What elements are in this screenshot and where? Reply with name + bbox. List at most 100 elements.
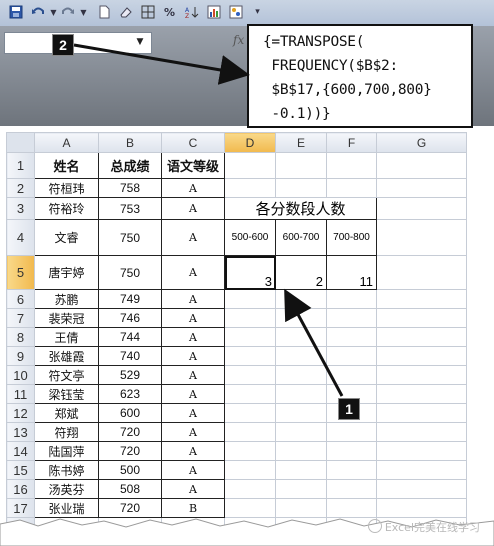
cell-name[interactable]: 符裕玲 (34, 197, 99, 220)
cell-name[interactable]: 文睿 (34, 219, 99, 256)
cell-grade[interactable]: A (161, 197, 225, 220)
cell[interactable] (376, 365, 467, 385)
cell-score[interactable]: 750 (98, 255, 162, 290)
cell-name[interactable]: 符文亭 (34, 365, 99, 385)
cell[interactable] (224, 498, 276, 518)
cell[interactable] (326, 346, 377, 366)
cell[interactable] (275, 460, 327, 480)
cell-grade[interactable]: A (161, 365, 225, 385)
cell-name[interactable]: 陈书婷 (34, 460, 99, 480)
row-header[interactable]: 13 (6, 422, 35, 442)
borders-icon[interactable] (140, 5, 155, 20)
row-header[interactable]: 7 (6, 308, 35, 328)
cell[interactable] (275, 441, 327, 461)
column-header-f[interactable]: F (326, 132, 377, 153)
cell[interactable] (275, 152, 327, 179)
cell-grade[interactable]: A (161, 255, 225, 290)
cell[interactable] (376, 460, 467, 480)
cell[interactable] (224, 441, 276, 461)
percent-icon[interactable]: % (162, 5, 177, 20)
chevron-down-icon[interactable]: ▼ (134, 36, 146, 48)
cell-grade[interactable]: B (161, 498, 225, 518)
cell[interactable] (326, 365, 377, 385)
cell[interactable] (376, 152, 467, 179)
cell-score[interactable]: 529 (98, 365, 162, 385)
cell[interactable] (326, 498, 377, 518)
cell[interactable] (376, 422, 467, 442)
save-icon[interactable] (8, 5, 23, 20)
cell-score[interactable]: 720 (98, 441, 162, 461)
row-header[interactable]: 5 (6, 255, 35, 290)
column-header-g[interactable]: G (376, 132, 467, 153)
cell[interactable] (224, 403, 276, 423)
row-header[interactable]: 9 (6, 346, 35, 366)
cell[interactable] (376, 327, 467, 347)
cell-name[interactable]: 符桓玮 (34, 178, 99, 198)
cell-name[interactable]: 唐宇婷 (34, 255, 99, 290)
cell-score[interactable]: 500 (98, 460, 162, 480)
header-cell-grade[interactable]: 语文等级 (161, 152, 225, 179)
function-icon[interactable]: fx (233, 33, 244, 47)
cell[interactable] (224, 327, 276, 347)
row-header[interactable]: 8 (6, 327, 35, 347)
row-header[interactable]: 6 (6, 289, 35, 309)
chevron-down-icon[interactable]: ▼ (76, 5, 91, 20)
chart-icon[interactable] (206, 5, 221, 20)
row-header[interactable]: 17 (6, 498, 35, 518)
cell-score[interactable]: 749 (98, 289, 162, 309)
bin-label[interactable]: 700-800 (326, 219, 377, 256)
cell-score[interactable]: 600 (98, 403, 162, 423)
cell-grade[interactable]: A (161, 422, 225, 442)
cell[interactable] (326, 422, 377, 442)
cell[interactable] (275, 403, 327, 423)
new-document-icon[interactable] (96, 5, 111, 20)
cell[interactable] (326, 441, 377, 461)
cell[interactable] (224, 346, 276, 366)
cell[interactable] (275, 178, 327, 198)
row-header[interactable]: 12 (6, 403, 35, 423)
cell[interactable] (275, 384, 327, 404)
cell-score[interactable]: 720 (98, 422, 162, 442)
cell[interactable] (275, 289, 327, 309)
cell-name[interactable]: 陆国萍 (34, 441, 99, 461)
eraser-icon[interactable] (118, 5, 133, 20)
cell-grade[interactable]: A (161, 403, 225, 423)
undo-icon[interactable] (30, 5, 45, 20)
cell[interactable] (376, 384, 467, 404)
cell[interactable] (224, 479, 276, 499)
chevron-down-icon[interactable]: ▼ (46, 5, 61, 20)
cell[interactable] (224, 152, 276, 179)
cell-grade[interactable]: A (161, 308, 225, 328)
cell[interactable] (376, 479, 467, 499)
header-cell-name[interactable]: 姓名 (34, 152, 99, 179)
sort-icon[interactable]: AZ (184, 5, 199, 20)
cell[interactable] (376, 403, 467, 423)
cell[interactable] (376, 308, 467, 328)
cell-name[interactable]: 张业瑞 (34, 498, 99, 518)
cell[interactable] (326, 479, 377, 499)
frequency-title[interactable]: 各分数段人数 (224, 197, 377, 220)
header-cell-total[interactable]: 总成绩 (98, 152, 162, 179)
cell-name[interactable]: 梁钰莹 (34, 384, 99, 404)
row-header[interactable]: 11 (6, 384, 35, 404)
cell[interactable] (326, 289, 377, 309)
cell[interactable] (376, 197, 467, 220)
cell[interactable] (224, 422, 276, 442)
cell[interactable] (224, 178, 276, 198)
cell-score[interactable]: 753 (98, 197, 162, 220)
cell[interactable] (275, 346, 327, 366)
cell[interactable] (326, 460, 377, 480)
cell[interactable] (275, 327, 327, 347)
paint-icon[interactable] (228, 5, 243, 20)
cell[interactable] (224, 308, 276, 328)
column-header-b[interactable]: B (98, 132, 162, 153)
cell-name[interactable]: 符翔 (34, 422, 99, 442)
result-cell[interactable]: 2 (275, 255, 327, 290)
cell-grade[interactable]: A (161, 384, 225, 404)
cell[interactable] (275, 479, 327, 499)
cell[interactable] (326, 308, 377, 328)
cell-score[interactable]: 623 (98, 384, 162, 404)
cell[interactable] (376, 178, 467, 198)
cell-grade[interactable]: A (161, 289, 225, 309)
redo-icon[interactable] (60, 5, 75, 20)
